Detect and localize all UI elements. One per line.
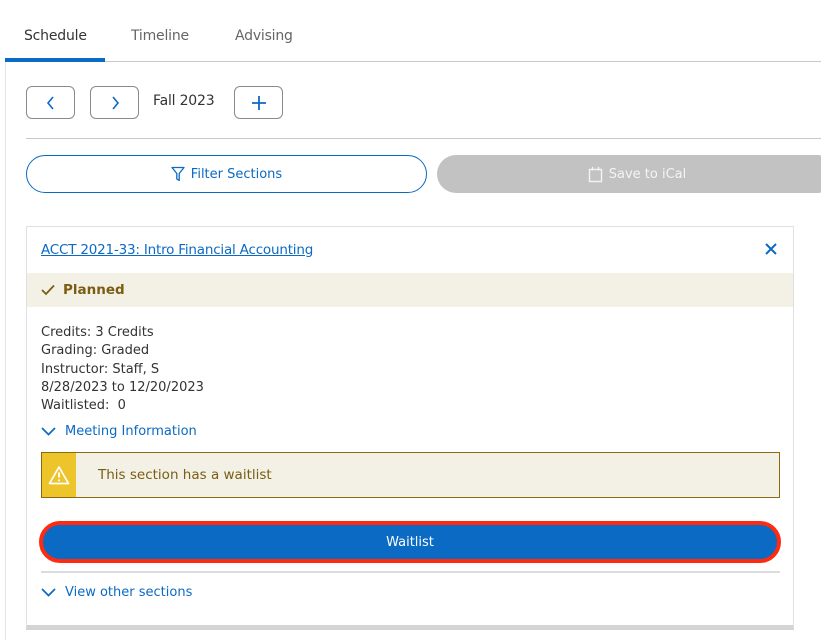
active-tab-indicator xyxy=(5,58,105,62)
filter-icon xyxy=(171,166,185,182)
checkmark-icon xyxy=(41,284,55,296)
tab-schedule[interactable]: Schedule xyxy=(24,28,87,44)
next-term-button[interactable] xyxy=(90,86,139,119)
plus-icon xyxy=(251,95,266,110)
chevron-down-icon xyxy=(41,588,56,597)
meeting-information-label: Meeting Information xyxy=(65,424,197,439)
instructor-text: Instructor: Staff, S xyxy=(41,361,160,377)
save-to-ical-label: Save to iCal xyxy=(608,166,687,182)
course-card: ACCT 2021-33: Intro Financial Accounting… xyxy=(26,226,794,630)
waitlist-button[interactable]: Waitlist xyxy=(39,521,781,563)
alert-message: This section has a waitlist xyxy=(98,467,272,483)
chevron-down-icon xyxy=(41,427,56,436)
date-range-text: 8/28/2023 to 12/20/2023 xyxy=(41,379,204,395)
chevron-right-icon xyxy=(111,95,119,110)
close-icon xyxy=(765,243,777,255)
calendar-icon xyxy=(588,166,602,182)
tabs-divider xyxy=(5,61,821,62)
filter-sections-button[interactable]: Filter Sections xyxy=(26,155,427,193)
status-label: Planned xyxy=(63,282,125,298)
previous-term-button[interactable] xyxy=(26,86,75,119)
warning-icon xyxy=(48,466,70,485)
course-details: Credits: 3 Credits Grading: Graded Instr… xyxy=(41,324,204,415)
view-other-sections-toggle[interactable]: View other sections xyxy=(41,585,192,600)
card-divider xyxy=(41,571,780,573)
tab-timeline[interactable]: Timeline xyxy=(131,28,189,44)
alert-icon-box xyxy=(42,453,76,497)
term-label: Fall 2023 xyxy=(153,93,215,109)
course-title-link[interactable]: ACCT 2021-33: Intro Financial Accounting xyxy=(41,242,313,258)
remove-course-button[interactable] xyxy=(763,241,779,257)
view-other-sections-label: View other sections xyxy=(65,585,193,600)
grading-text: Grading: Graded xyxy=(41,343,150,359)
filter-sections-label: Filter Sections xyxy=(190,166,283,182)
status-banner: Planned xyxy=(27,273,793,307)
waitlist-button-label: Waitlist xyxy=(386,534,434,550)
chevron-left-icon xyxy=(46,95,54,110)
meeting-information-toggle[interactable]: Meeting Information xyxy=(41,424,197,439)
tab-advising[interactable]: Advising xyxy=(235,28,293,44)
add-term-button[interactable] xyxy=(234,86,283,119)
section-divider xyxy=(26,138,821,139)
content-frame-border xyxy=(5,62,6,640)
waitlisted-count-text: Waitlisted: 0 xyxy=(41,398,126,414)
credits-text: Credits: 3 Credits xyxy=(41,325,154,340)
tab-bar: Schedule Timeline Advising xyxy=(0,0,821,62)
waitlist-alert: This section has a waitlist xyxy=(41,452,780,498)
save-to-ical-button[interactable]: Save to iCal xyxy=(437,155,821,193)
